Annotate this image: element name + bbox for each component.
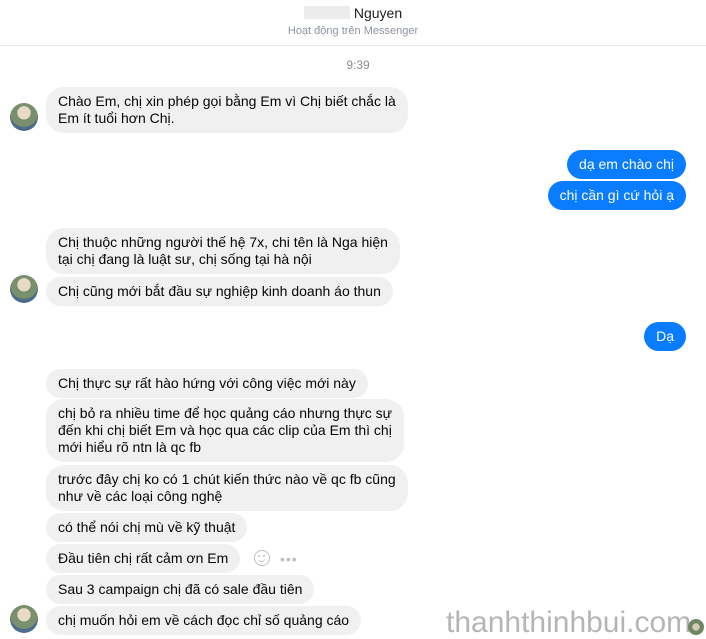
message-line: trước đây chị ko có 1 chút kiến thức nào… <box>58 471 396 487</box>
avatar[interactable] <box>10 275 38 303</box>
message-incoming[interactable]: chị bỏ ra nhiều time để học quảng cáo nh… <box>46 399 404 462</box>
conversation-header: Nguyen Hoạt động trên Messenger <box>0 0 706 46</box>
message-line: chị cần gì cứ hỏi ạ <box>559 187 674 203</box>
message-line: Đầu tiên chị rất cảm ơn Em <box>58 550 229 566</box>
message-incoming[interactable]: Chào Em, chị xin phép gọi bằng Em vì Chị… <box>46 87 408 133</box>
message-incoming[interactable]: Sau 3 campaign chị đã có sale đầu tiên <box>46 575 315 604</box>
message-line: như về các loại công nghệ <box>58 488 223 504</box>
avatar[interactable] <box>10 605 38 633</box>
message-line: Sau 3 campaign chị đã có sale đầu tiên <box>58 581 303 597</box>
more-options-icon[interactable]: ••• <box>280 551 298 567</box>
message-outgoing[interactable]: Dạ <box>644 322 686 351</box>
message-line: tại chị đang là luật sư, chị sống tại hà… <box>58 251 312 267</box>
message-line: Chị thuộc những người thế hệ 7x, chi tên… <box>58 234 388 250</box>
message-line: có thể nói chị mù về kỹ thuật <box>58 519 236 535</box>
timestamp: 9:39 <box>346 58 370 72</box>
avatar[interactable] <box>10 103 38 131</box>
message-incoming[interactable]: chị muốn hỏi em về cách đọc chỉ số quảng… <box>46 606 362 635</box>
message-line: mới hiểu rõ ntn là qc fb <box>58 439 202 455</box>
message-line: chị muốn hỏi em về cách đọc chỉ số quảng… <box>58 612 350 628</box>
message-line: dạ em chào chị <box>579 156 674 172</box>
message-incoming[interactable]: trước đây chị ko có 1 chút kiến thức nào… <box>46 465 408 511</box>
contact-name: Nguyen <box>353 5 403 21</box>
message-line: Chị cũng mới bắt đầu sự nghiệp kinh doan… <box>58 283 381 299</box>
contact-status: Hoạt động trên Messenger <box>287 25 419 37</box>
message-line: Chào Em, chị xin phép gọi bằng Em vì Chị… <box>58 93 396 109</box>
message-line: Em ít tuổi hơn Chị. <box>58 110 175 126</box>
message-line: đến khi chị biết Em và học qua các clip … <box>58 422 392 438</box>
message-incoming[interactable]: Chị thực sự rất hào hứng với công việc m… <box>46 369 368 398</box>
message-line: chị bỏ ra nhiều time để học quảng cáo nh… <box>58 405 392 421</box>
contact-name-row[interactable]: Nguyen <box>0 5 706 21</box>
redacted-name <box>303 6 350 19</box>
watermark-text: thanhthinhbui.com <box>446 606 692 639</box>
message-outgoing[interactable]: chị cần gì cứ hỏi ạ <box>547 181 686 210</box>
message-line: Chị thực sự rất hào hứng với công việc m… <box>58 375 356 391</box>
message-outgoing[interactable]: dạ em chào chị <box>567 150 686 179</box>
message-incoming[interactable]: Chị thuộc những người thế hệ 7x, chi tên… <box>46 228 400 274</box>
message-line: Dạ <box>656 328 674 344</box>
message-incoming[interactable]: có thể nói chị mù về kỹ thuật <box>46 513 248 542</box>
message-incoming[interactable]: Đầu tiên chị rất cảm ơn Em <box>46 544 241 573</box>
message-incoming[interactable]: Chị cũng mới bắt đầu sự nghiệp kinh doan… <box>46 277 393 306</box>
seen-avatar-icon <box>688 619 704 635</box>
emoji-react-icon[interactable] <box>254 550 270 566</box>
